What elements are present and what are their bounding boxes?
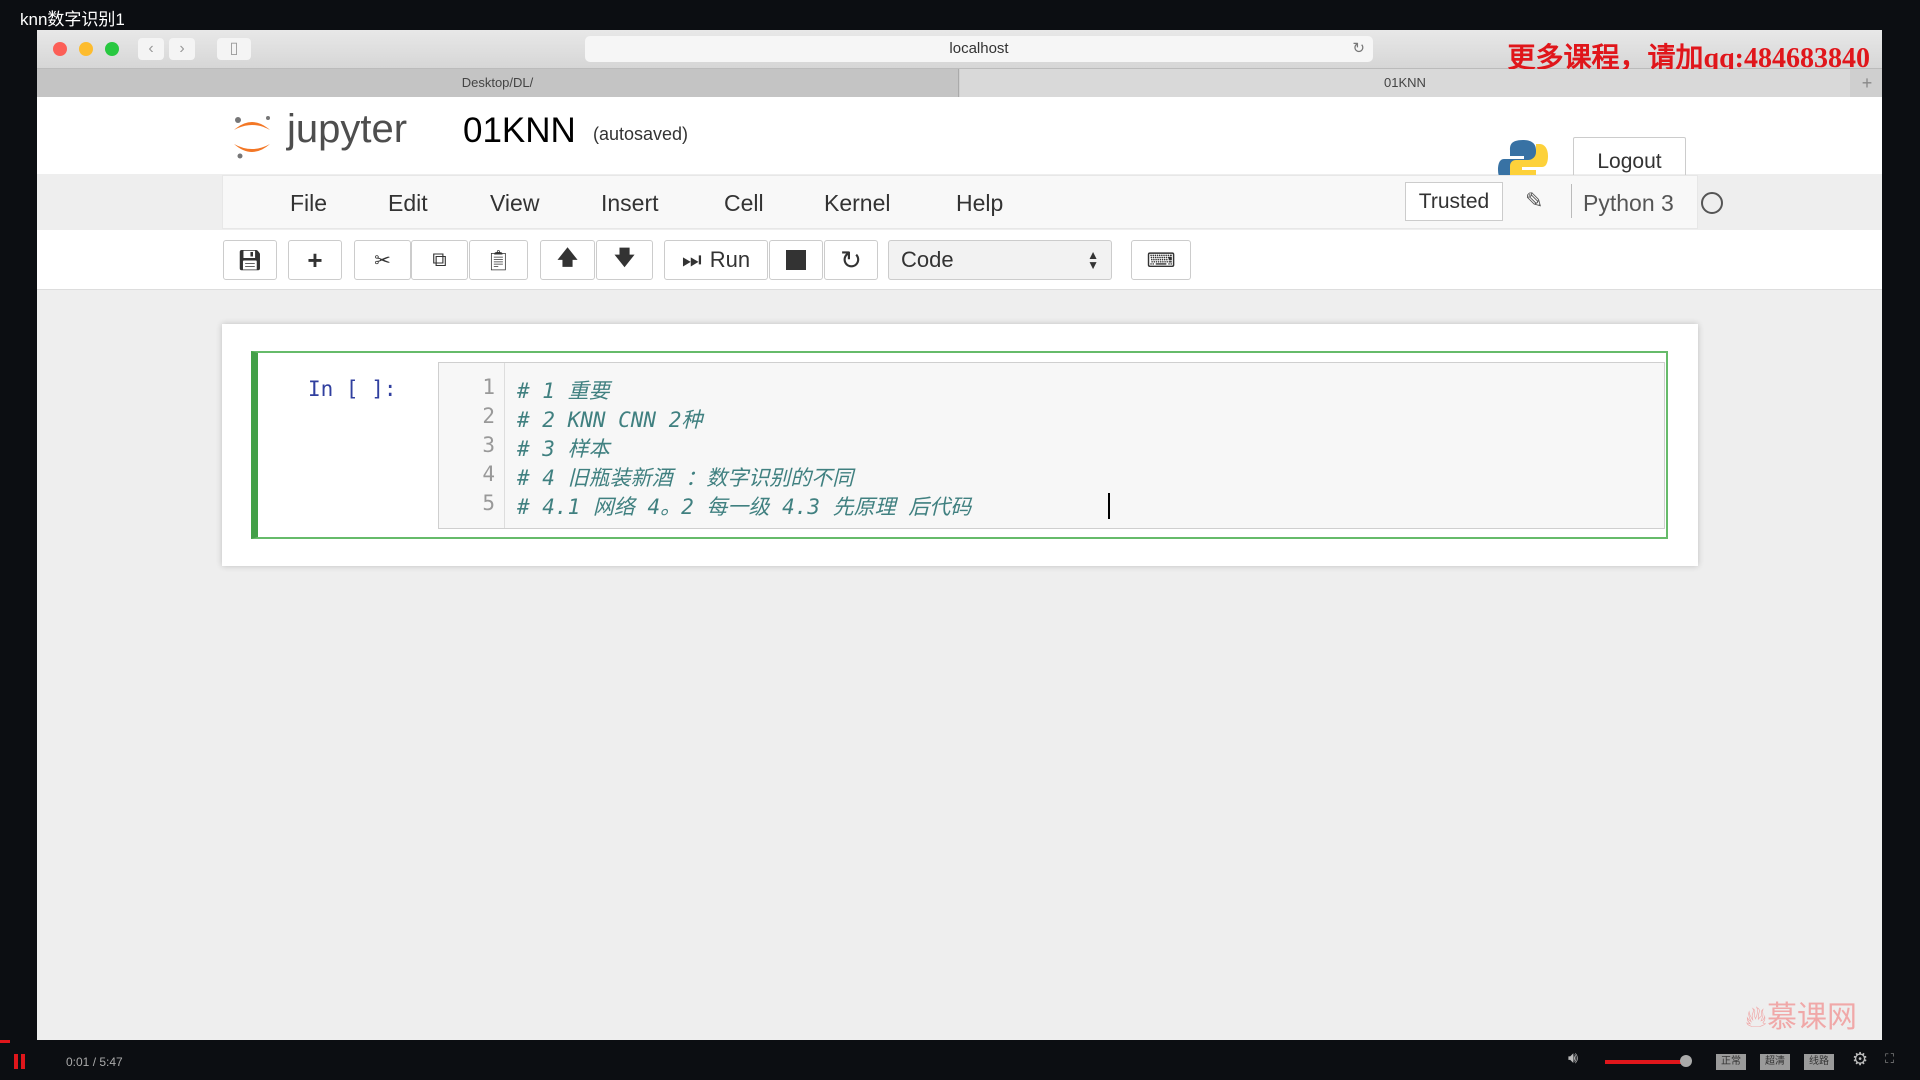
time-display: 0:01 / 5:47 xyxy=(66,1055,123,1069)
code-line: # 1 重要 xyxy=(517,379,610,403)
code-cell[interactable]: In [ ]: 1 2 3 4 5 # 1 重要 # 2 KNN CNN 2种 … xyxy=(251,351,1668,539)
save-icon: 💾︎ xyxy=(237,249,263,272)
pause-icon[interactable] xyxy=(14,1054,18,1069)
cell-type-value: Code xyxy=(901,247,954,272)
autosave-status: (autosaved) xyxy=(593,124,689,144)
forward-icon[interactable]: › xyxy=(169,38,195,60)
edit-pencil-icon[interactable]: ✎ xyxy=(1525,188,1543,214)
tab-desktop-dl[interactable]: Desktop/DL/ xyxy=(37,69,959,97)
notebook-toolbar: 💾︎ + ✂ ⧉ 📋︎ 🡅 🡇 ⏭︎ Run ↻ Code ▲ ▼ ⌨ xyxy=(37,230,1882,290)
paste-icon: 📋︎ xyxy=(485,249,512,272)
run-label: Run xyxy=(709,247,751,272)
stop-icon xyxy=(786,250,806,270)
copy-icon: ⧉ xyxy=(432,248,447,271)
interrupt-button[interactable] xyxy=(769,240,823,280)
notebook-name[interactable]: 01KNN xyxy=(463,111,576,151)
code-line: # 4 旧瓶装新酒 ：数字识别的不同 xyxy=(517,466,854,490)
minimize-window-button[interactable] xyxy=(79,42,93,56)
jupyter-logo-text: jupyter xyxy=(287,107,408,151)
keyboard-icon: ⌨ xyxy=(1146,249,1176,272)
new-tab-icon[interactable]: + xyxy=(1852,69,1882,97)
arrow-down-icon: 🡇 xyxy=(614,247,635,269)
back-icon[interactable]: ‹ xyxy=(138,38,164,60)
watermark-text: 慕课网 xyxy=(1767,1001,1858,1034)
settings-gear-icon[interactable]: ⚙ xyxy=(1852,1049,1868,1070)
line-number: 4 xyxy=(482,462,495,486)
select-arrows-icon: ▲ ▼ xyxy=(1087,248,1099,272)
speed-button[interactable]: 正常 xyxy=(1716,1054,1746,1070)
close-window-button[interactable] xyxy=(53,42,67,56)
code-editor[interactable]: 1 2 3 4 5 # 1 重要 # 2 KNN CNN 2种 # 3 样本 #… xyxy=(438,362,1665,529)
plus-icon: + xyxy=(307,244,323,275)
step-forward-icon: ⏭︎ xyxy=(681,247,702,272)
line-number: 2 xyxy=(482,404,495,428)
kernel-name: Python 3 xyxy=(1583,190,1674,216)
tab-01knn[interactable]: 01KNN xyxy=(960,69,1850,97)
code-line: # 2 KNN CNN 2种 xyxy=(517,408,703,432)
menu-help[interactable]: Help xyxy=(956,190,1003,217)
route-button[interactable]: 线路 xyxy=(1804,1054,1834,1070)
menu-insert[interactable]: Insert xyxy=(601,190,659,217)
keyboard-shortcuts-button[interactable]: ⌨ xyxy=(1131,240,1191,280)
volume-handle[interactable] xyxy=(1680,1055,1692,1067)
cut-button[interactable]: ✂ xyxy=(354,240,411,280)
notebook-container: In [ ]: 1 2 3 4 5 # 1 重要 # 2 KNN CNN 2种 … xyxy=(222,324,1698,566)
line-number: 5 xyxy=(482,491,495,515)
trusted-button[interactable]: Trusted xyxy=(1405,182,1503,221)
line-gutter: 1 2 3 4 5 xyxy=(439,363,505,528)
run-button[interactable]: ⏭︎ Run xyxy=(664,240,768,280)
menubar: File Edit View Insert Cell Kernel Help T… xyxy=(222,175,1723,229)
window-title: knn数字识别1 xyxy=(0,0,1920,30)
sidebar-icon[interactable]: ▯ xyxy=(217,38,251,60)
code-line: # 4.1 网络 4。2 每一级 4.3 先原理 后代码 xyxy=(517,495,984,519)
browser-toolbar: ‹ › ▯ localhost ↻ 更多课程，请加qq:484683840 xyxy=(37,30,1882,74)
quality-button[interactable]: 超清 xyxy=(1760,1054,1790,1070)
browser-window: ‹ › ▯ localhost ↻ 更多课程，请加qq:484683840 Des… xyxy=(37,30,1882,1040)
url-text: localhost xyxy=(949,40,1009,57)
move-up-button[interactable]: 🡅 xyxy=(540,240,595,280)
reload-icon[interactable]: ↻ xyxy=(1352,36,1365,62)
arrow-up-icon: 🡅 xyxy=(557,247,578,269)
address-bar[interactable]: localhost ↻ xyxy=(585,36,1373,62)
copy-button[interactable]: ⧉ xyxy=(411,240,468,280)
progress-bar[interactable] xyxy=(0,1040,10,1043)
menu-view[interactable]: View xyxy=(490,190,539,217)
restart-button[interactable]: ↻ xyxy=(824,240,878,280)
maximize-window-button[interactable] xyxy=(105,42,119,56)
restart-icon: ↻ xyxy=(840,244,862,275)
menu-file[interactable]: File xyxy=(290,190,327,217)
flame-icon: 🔥︎ xyxy=(1745,1001,1768,1034)
tab-bar: Desktop/DL/ 01KNN + xyxy=(37,69,1882,97)
volume-icon[interactable]: 🔊︎ xyxy=(1568,1050,1578,1068)
menu-cell[interactable]: Cell xyxy=(724,190,764,217)
jupyter-header: jupyter 01KNN (autosaved) Logout xyxy=(37,97,1882,187)
menu-edit[interactable]: Edit xyxy=(388,190,428,217)
line-number: 3 xyxy=(482,433,495,457)
insert-cell-button[interactable]: + xyxy=(288,240,342,280)
kernel-idle-icon xyxy=(1701,192,1723,214)
scissors-icon: ✂ xyxy=(374,249,391,272)
cell-type-select[interactable]: Code ▲ ▼ xyxy=(888,240,1112,280)
volume-slider[interactable] xyxy=(1605,1060,1685,1064)
line-number: 1 xyxy=(482,375,495,399)
watermark-logo: 🔥︎慕课网 xyxy=(1745,992,1857,1036)
video-player-bar: 0:01 / 5:47 🔊︎ 正常 超清 线路 ⚙ ⛶ xyxy=(0,1040,1920,1080)
paste-button[interactable]: 📋︎ xyxy=(469,240,528,280)
menu-kernel[interactable]: Kernel xyxy=(824,190,890,217)
code-line: # 3 样本 xyxy=(517,437,610,461)
move-down-button[interactable]: 🡇 xyxy=(596,240,653,280)
save-button[interactable]: 💾︎ xyxy=(223,240,277,280)
jupyter-logo-icon[interactable] xyxy=(230,112,274,160)
fullscreen-exit-icon[interactable]: ⛶ xyxy=(1885,1051,1894,1067)
text-cursor xyxy=(1108,493,1110,519)
cell-prompt: In [ ]: xyxy=(308,377,397,401)
